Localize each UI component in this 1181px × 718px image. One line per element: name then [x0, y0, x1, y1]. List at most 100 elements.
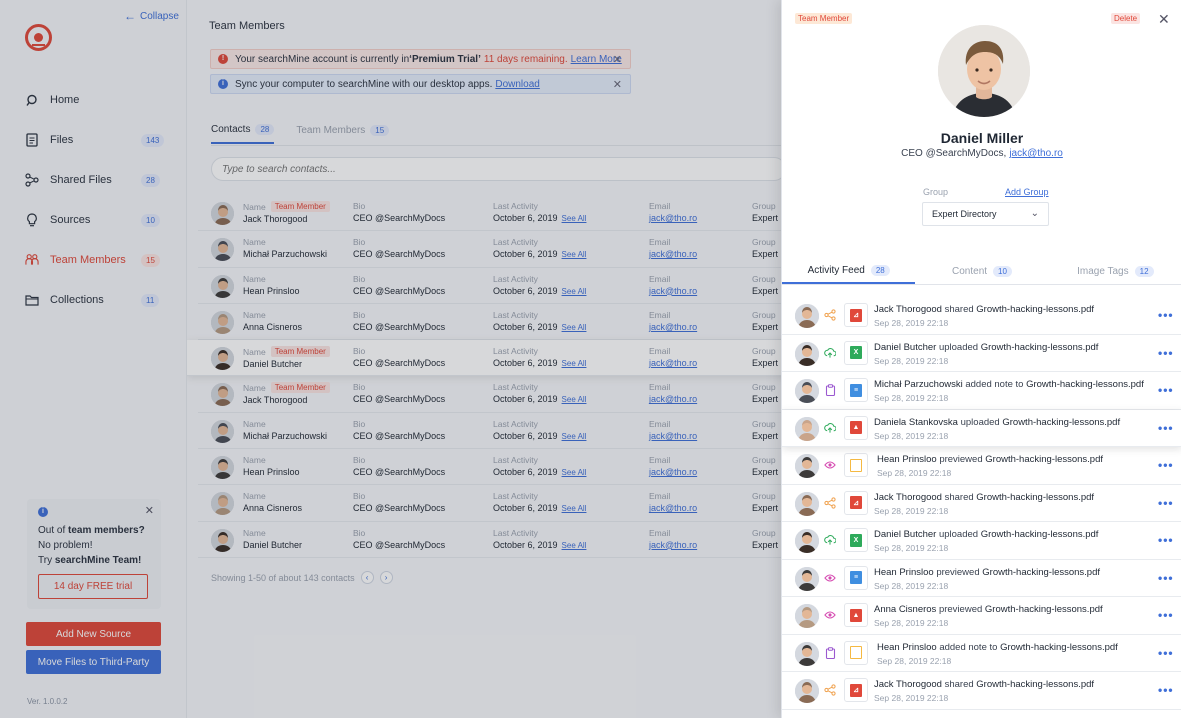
pdf-file-icon[interactable]: ⊿: [844, 490, 868, 515]
activity-verb: shared: [944, 491, 974, 503]
activity-user: Hean Prinsloo: [874, 566, 934, 578]
activity-user: Michał Parzuchowski: [874, 379, 963, 390]
activity-item[interactable]: X Daniel Butcher uploaded Growth-hacking-…: [782, 522, 1181, 560]
activity-file: Growth-hacking-lessons.pdf: [1002, 416, 1121, 428]
avatar: [795, 304, 819, 328]
activity-verb: added note to: [965, 379, 1024, 390]
activity-file: Growth-hacking-lessons.pdf: [980, 341, 1099, 353]
group-label: Group: [923, 187, 949, 197]
activity-verb: previewed: [938, 604, 983, 615]
panel-tabs: Activity Feed 28 Content 10 Image Tags 1…: [782, 258, 1181, 285]
more-options-icon[interactable]: •••: [1158, 421, 1174, 435]
more-options-icon[interactable]: •••: [1158, 346, 1174, 360]
more-options-icon[interactable]: •••: [1158, 383, 1174, 397]
document-file-icon[interactable]: ≡: [844, 378, 868, 402]
activity-verb: previewed: [936, 566, 980, 578]
clipboard-icon: [824, 384, 836, 396]
activity-verb: shared: [944, 304, 974, 315]
share-icon: [824, 684, 836, 696]
share-icon: [824, 309, 836, 321]
activity-date: Sep 28, 2019 22:18: [874, 693, 949, 703]
avatar: [795, 604, 819, 628]
upload-icon: [824, 534, 836, 546]
activity-user: Daniel Butcher: [874, 341, 937, 353]
member-detail-panel: Team Member Delete ✕ Daniel Miller CEO @…: [781, 0, 1181, 718]
pdf-file-icon[interactable]: ⊿: [844, 303, 868, 327]
activity-item[interactable]: ⊿ Jack Thorogood shared Growth-hacking-le…: [782, 485, 1181, 522]
avatar: [795, 679, 819, 703]
more-options-icon[interactable]: •••: [1158, 646, 1174, 660]
member-name: Daniel Miller: [940, 130, 1024, 146]
close-panel-icon[interactable]: ✕: [1158, 11, 1170, 28]
activity-verb: shared: [944, 679, 974, 690]
more-options-icon[interactable]: •••: [1158, 533, 1174, 547]
image-file-icon[interactable]: ▲: [844, 603, 868, 627]
activity-date: Sep 28, 2019 22:18: [877, 468, 952, 478]
delete-button[interactable]: Delete: [1111, 13, 1141, 24]
activity-item[interactable]: ≡ Hean Prinsloo previewed Growth-hacking-…: [782, 560, 1181, 597]
upload-icon: [824, 347, 836, 359]
more-options-icon[interactable]: •••: [1158, 608, 1174, 622]
member-title: CEO @SearchMyDocs, jack@tho.ro: [901, 148, 1063, 159]
team-member-badge: Team Member: [795, 13, 853, 24]
activity-file: Growth-hacking-lessons.pdf: [976, 491, 1095, 503]
activity-file: Growth-hacking-lessons.pdf: [976, 679, 1095, 690]
pdf-file-icon[interactable]: ⊿: [844, 678, 868, 702]
activity-verb: added note to: [939, 641, 998, 653]
activity-verb: uploaded: [960, 416, 1000, 428]
activity-date: Sep 28, 2019 22:18: [874, 430, 949, 441]
activity-date: Sep 28, 2019 22:18: [874, 393, 949, 403]
excel-file-icon[interactable]: X: [844, 340, 868, 365]
activity-user: Anna Cisneros: [874, 604, 937, 615]
eye-icon: [824, 572, 836, 584]
activity-user: Daniela Stankovska: [874, 416, 958, 428]
activity-item[interactable]: ≡ Michał Parzuchowski added note to Growt…: [782, 372, 1181, 410]
activity-item[interactable]: ⊿ Jack Thorogood shared Growth-hacking-le…: [782, 297, 1181, 335]
activity-date: Sep 28, 2019 22:18: [874, 318, 949, 328]
eye-icon: [824, 459, 836, 471]
tab-image-tags[interactable]: Image Tags 12: [1049, 258, 1181, 284]
activity-file: Growth-hacking-lessons.pdf: [982, 566, 1101, 578]
activity-date: Sep 28, 2019 22:18: [874, 543, 949, 553]
avatar: [795, 341, 819, 366]
tab-content[interactable]: Content 10: [915, 258, 1048, 284]
activity-item[interactable]: Hean Prinsloo added note to Growth-hacki…: [782, 635, 1181, 672]
activity-item[interactable]: X Daniel Butcher uploaded Growth-hacking-…: [782, 335, 1181, 372]
member-email-link[interactable]: jack@tho.ro: [1009, 148, 1063, 159]
activity-date: Sep 28, 2019 22:18: [874, 618, 949, 628]
eye-icon: [824, 609, 836, 621]
image-file-icon[interactable]: ▲: [844, 415, 868, 440]
upload-icon: [824, 422, 836, 434]
more-options-icon[interactable]: •••: [1158, 496, 1174, 510]
count-badge: 28: [870, 264, 890, 276]
activity-verb: previewed: [939, 454, 983, 465]
blank-file-icon[interactable]: [844, 640, 868, 665]
chevron-down-icon: ⌄: [1030, 208, 1039, 219]
activity-user: Hean Prinsloo: [877, 454, 937, 465]
modal-backdrop[interactable]: [0, 0, 781, 718]
excel-file-icon[interactable]: X: [844, 528, 868, 552]
document-file-icon[interactable]: ≡: [844, 565, 868, 590]
clipboard-icon: [824, 646, 836, 659]
avatar: [795, 566, 819, 591]
add-group-link[interactable]: Add Group: [1005, 187, 1049, 197]
activity-file: Growth-hacking-lessons.pdf: [984, 604, 1103, 615]
more-options-icon[interactable]: •••: [1158, 683, 1174, 697]
group-select[interactable]: Expert Directory ⌄: [922, 202, 1049, 226]
activity-file: Growth-hacking-lessons.pdf: [976, 304, 1095, 315]
more-options-icon[interactable]: •••: [1158, 571, 1174, 585]
blank-file-icon[interactable]: [844, 453, 868, 477]
activity-user: Daniel Butcher: [874, 529, 937, 540]
activity-item[interactable]: ▲ Anna Cisneros previewed Growth-hacking-…: [782, 597, 1181, 635]
tab-activity-feed[interactable]: Activity Feed 28: [782, 258, 916, 284]
more-options-icon[interactable]: •••: [1158, 458, 1174, 472]
profile-photo: [938, 25, 1030, 117]
avatar: [795, 416, 819, 441]
activity-item[interactable]: ▲ Daniela Stankovska uploaded Growth-hack…: [782, 409, 1181, 447]
more-options-icon[interactable]: •••: [1158, 308, 1174, 322]
activity-item[interactable]: Hean Prinsloo previewed Growth-hacking-l…: [782, 447, 1181, 485]
share-icon: [824, 496, 836, 509]
activity-verb: uploaded: [938, 529, 979, 540]
activity-item[interactable]: ⊿ Jack Thorogood shared Growth-hacking-le…: [782, 672, 1181, 710]
activity-verb: uploaded: [938, 341, 979, 353]
